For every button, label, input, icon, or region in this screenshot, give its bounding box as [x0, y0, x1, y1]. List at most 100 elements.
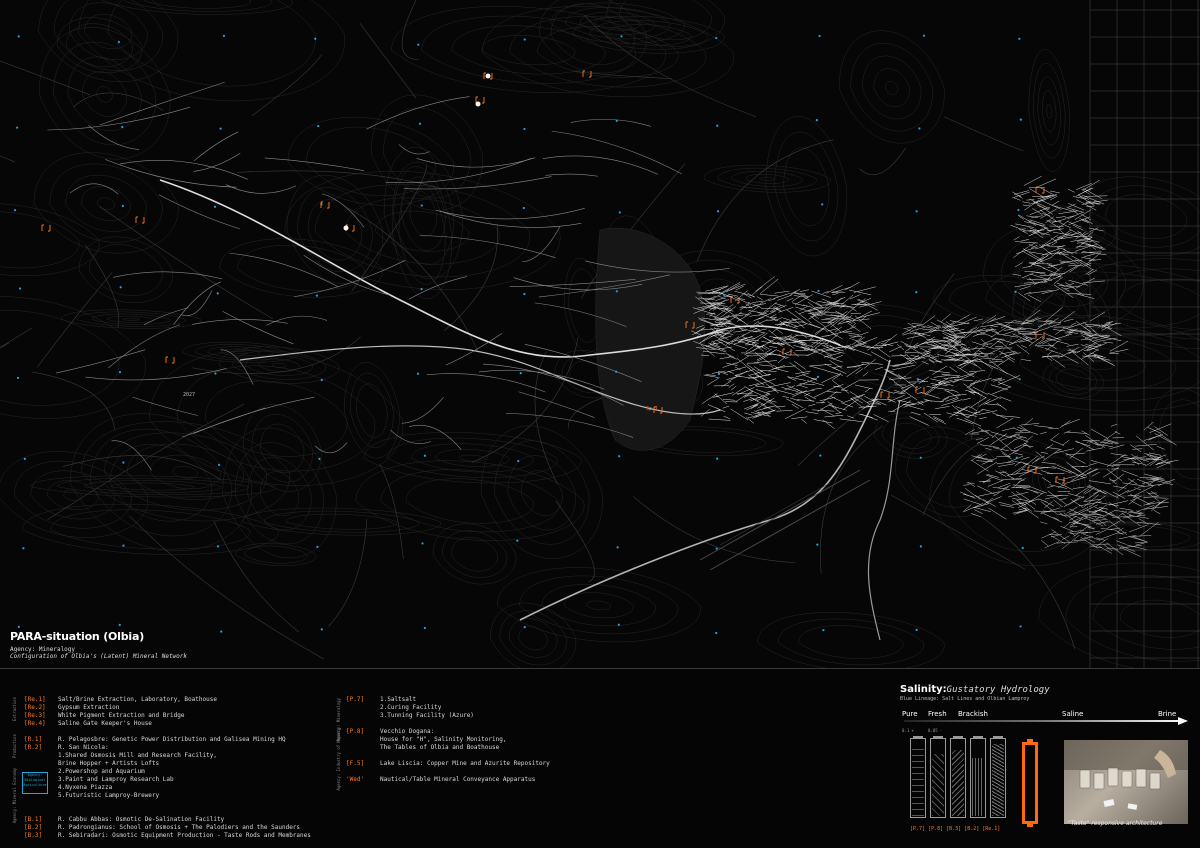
map-label-site: Sp.1: [646, 406, 658, 412]
legend-text: Vecchio Dogana:: [380, 728, 435, 735]
survey-point: [320, 628, 323, 631]
survey-point: [815, 119, 818, 122]
survey-point: [316, 545, 319, 548]
survey-point: [315, 294, 319, 297]
divider-line: [0, 668, 1200, 669]
map-title: PARA-situation (Olbia): [10, 630, 145, 643]
scale-label-fresh: Fresh: [928, 710, 947, 718]
legend-item: [R.1] R. Pelagosbre: Genetic Power Distri…: [24, 736, 311, 744]
legend-text: Gypsum Extraction: [58, 704, 120, 711]
survey-point: [817, 289, 820, 293]
survey-point: [121, 204, 124, 208]
legend-text: Nautical/Table Mineral Conveyance Appara…: [380, 776, 536, 783]
map-subtitle: Agency: Mineralogy: [10, 646, 76, 653]
legend-item: [R.2] R. San Nicola:: [24, 744, 311, 752]
survey-point: [620, 35, 623, 38]
map-title-block: PARA-situation (Olbia) Agency: Mineralog…: [10, 630, 310, 660]
salinity-gradient-bar: [904, 720, 1186, 722]
survey-point: [1018, 378, 1021, 381]
taste-photo: [1064, 740, 1188, 824]
survey-point: [818, 34, 821, 38]
legend-item: [B.2] R. Padrongianus: School of Osmosis …: [24, 824, 311, 832]
legend-code: [F.5]: [346, 760, 365, 767]
vessel-diagram: [910, 736, 926, 818]
survey-point: [816, 375, 820, 378]
survey-point: [519, 372, 522, 375]
legend-code: [Re.3]: [24, 712, 46, 719]
survey-point: [23, 457, 26, 460]
survey-point: [615, 370, 618, 373]
legend-text: Salt/Brine Extraction, Laboratory, Boath…: [58, 696, 217, 703]
survey-point: [18, 287, 22, 290]
vessel-codes: [P.7] [P.8] [B.3] [B.2] [Re.1]: [910, 826, 1001, 832]
legend-item: 'Wed' Nautical/Table Mineral Conveyance A…: [346, 776, 550, 784]
salinity-title-bold: Salinity:: [900, 684, 947, 695]
scale-label-saline: Saline: [1062, 710, 1084, 718]
vessel-diagrams: [910, 736, 1012, 818]
survey-point: [716, 210, 720, 213]
survey-point: [715, 547, 718, 550]
legend-code: [B.3]: [24, 832, 43, 839]
legend-text: Lake Liscia: Copper Mine and Azurite Rep…: [380, 760, 550, 767]
survey-point: [523, 38, 526, 41]
page: 2027 Sp.1 PARA-situation (Olbia) Agency:…: [0, 0, 1200, 848]
survey-point: [915, 291, 918, 294]
survey-point: [16, 126, 19, 129]
legend-text: R. Pelagosbre: Genetic Power Distributio…: [58, 736, 286, 743]
salinity-panel: Salinity:Gustatory Hydrology Blue Lineag…: [900, 684, 1190, 834]
salinity-title: Salinity:Gustatory Hydrology: [900, 684, 1190, 695]
legend-subitem: 1.Shared Osmosis Mill and Research Facil…: [58, 752, 217, 759]
survey-point: [1019, 118, 1022, 121]
orange-frame-icon: [1022, 739, 1038, 827]
survey-point: [16, 376, 20, 379]
survey-point: [821, 203, 824, 206]
survey-point: [420, 288, 423, 291]
salinity-title-rest: Gustatory Hydrology: [946, 685, 1050, 695]
survey-point: [417, 43, 420, 46]
legend-item: [Re.3] White Pigment Extraction and Bridg…: [24, 712, 311, 720]
survey-point: [816, 543, 819, 546]
survey-point: [918, 127, 921, 130]
legend-item: [P.8] Vecchio Dogana:: [346, 728, 550, 736]
survey-point: [421, 542, 424, 545]
survey-point: [617, 623, 620, 626]
survey-point: [423, 454, 427, 457]
survey-point: [716, 457, 719, 460]
legend-item: [B.1] R. Cabbu Abbas: Osmotic De-Salinati…: [24, 816, 311, 824]
scale-value-2: 0.05 -: [928, 728, 943, 733]
legend-item: [B.3] R. Sebiradari: Osmotic Equipment Pr…: [24, 832, 311, 840]
legend-text: R. San Nicola:: [58, 744, 109, 751]
legend-side-label-economy: Agency: Mineral Economy: [12, 768, 17, 824]
survey-point: [314, 37, 317, 40]
legend-subitem: 4.Nyxena Piazza: [58, 784, 113, 791]
survey-point: [318, 457, 321, 460]
legend-item: [P.7] 1.Saltsalt: [346, 696, 550, 704]
survey-point: [1014, 290, 1017, 293]
survey-point: [723, 293, 726, 297]
survey-point: [517, 459, 520, 463]
map-subtitle-config: Configuration of Olbia's (Latent) Minera…: [10, 653, 188, 660]
survey-point: [222, 34, 226, 37]
scale-label-pure: Pure: [902, 710, 918, 718]
vessel-diagram: [950, 736, 966, 818]
survey-point: [522, 206, 525, 210]
survey-point: [919, 456, 922, 459]
survey-point: [121, 125, 124, 129]
legend-text: Saline Gate Keeper's House: [58, 720, 152, 727]
legend-side-label-extraction: Extraction: [12, 697, 17, 722]
legend-subitem: House for "H", Salinity Monitoring,: [380, 736, 507, 743]
survey-point: [217, 463, 221, 467]
survey-point: [118, 371, 122, 374]
survey-point: [922, 34, 926, 37]
legend-code: 'Wed': [346, 776, 365, 783]
survey-point: [523, 626, 526, 629]
legend-code: [B.2]: [24, 824, 43, 831]
legend-code: [Re.2]: [24, 704, 46, 711]
legend-item: [Re.2] Gypsum Extraction: [24, 704, 311, 712]
map-canvas[interactable]: 2027 Sp.1: [0, 0, 1200, 668]
survey-point: [1018, 37, 1021, 40]
legend-item: [Re.4] Saline Gate Keeper's House: [24, 720, 311, 728]
legend-subitem: 2.Powershop and Aquarium: [58, 768, 145, 775]
scale-label-brine: Brine: [1158, 710, 1177, 718]
survey-point: [1015, 456, 1018, 459]
